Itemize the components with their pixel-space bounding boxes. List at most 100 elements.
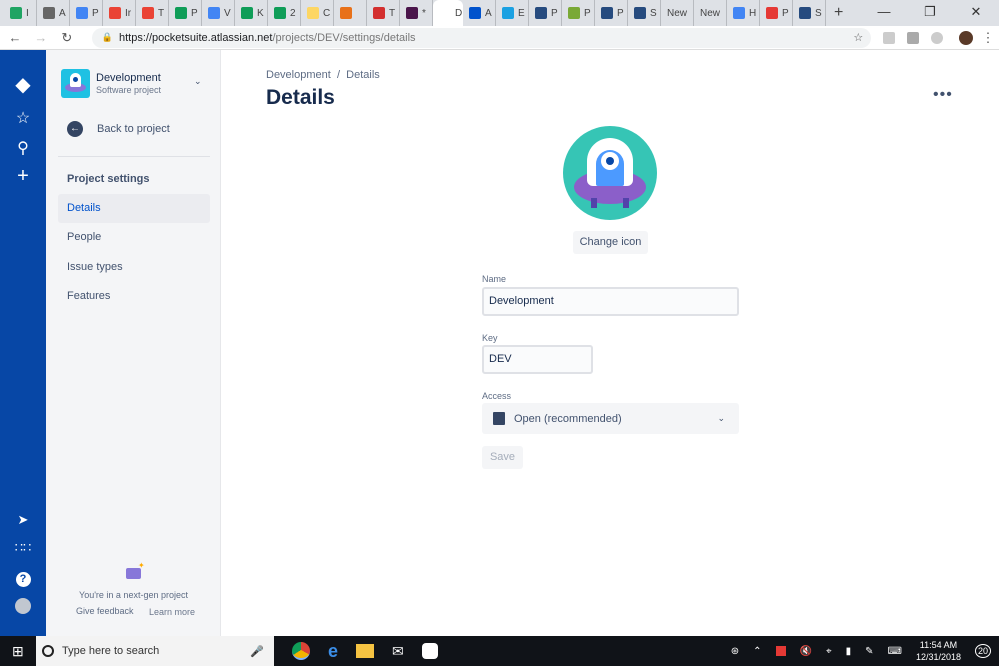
pen-icon[interactable]: ✎ — [865, 646, 873, 657]
menu-icon[interactable]: ⋮ — [977, 30, 999, 46]
browser-tab[interactable]: D✕ — [433, 0, 463, 26]
extension-icon[interactable] — [907, 31, 920, 44]
browser-tab[interactable]: P — [169, 0, 202, 26]
reload-icon[interactable]: ↻ — [56, 30, 78, 46]
browser-tab[interactable]: P — [760, 0, 793, 26]
browser-tab[interactable]: 2 — [268, 0, 301, 26]
keyboard-icon[interactable]: ⌨ — [888, 646, 902, 657]
url-path: /projects/DEV/settings/details — [272, 31, 416, 44]
breadcrumb-page[interactable]: Details — [346, 69, 380, 81]
browser-tab[interactable]: A — [463, 0, 496, 26]
edge-taskbar-icon[interactable]: e — [328, 641, 338, 662]
browser-tab[interactable]: T — [367, 0, 400, 26]
star-icon[interactable]: ☆ — [0, 108, 46, 128]
key-label: Key — [482, 333, 498, 343]
tab-label: D — [455, 7, 463, 19]
battery-icon[interactable]: ▮ — [846, 646, 852, 657]
browser-tab[interactable]: P — [529, 0, 562, 26]
clock[interactable]: 11:54 AM 12/31/2018 — [916, 639, 961, 663]
jira-logo-icon[interactable]: ◆ — [0, 72, 46, 97]
access-select[interactable]: Open (recommended) ⌄ — [482, 403, 739, 434]
tab-favicon-icon — [175, 7, 187, 19]
mail-icon[interactable]: ✉ — [392, 643, 404, 660]
name-input[interactable]: Development — [482, 287, 739, 316]
browser-tab[interactable]: S — [628, 0, 661, 26]
browser-tab[interactable]: A — [37, 0, 70, 26]
tab-favicon-icon — [76, 7, 88, 19]
browser-tab[interactable]: New — [661, 0, 694, 26]
browser-tab[interactable] — [334, 0, 367, 26]
profile-avatar[interactable] — [959, 30, 974, 45]
browser-tab[interactable]: C — [301, 0, 334, 26]
restore-button[interactable]: ❐ — [907, 0, 953, 24]
browser-tab[interactable]: P — [70, 0, 103, 26]
search-icon[interactable]: ⚲ — [0, 138, 46, 158]
more-actions-icon[interactable]: ••• — [933, 86, 953, 104]
close-window-button[interactable]: ✕ — [953, 0, 999, 24]
bookmark-star-icon[interactable]: ☆ — [853, 31, 863, 44]
breadcrumb-project[interactable]: Development — [266, 69, 331, 81]
new-tab-button[interactable]: + — [834, 4, 843, 22]
rocket-icon[interactable]: ➤ — [0, 512, 46, 528]
browser-tab[interactable]: T — [136, 0, 169, 26]
help-icon[interactable]: ? — [0, 569, 46, 587]
extension-icon[interactable] — [883, 31, 896, 44]
tab-favicon-icon — [733, 7, 745, 19]
minimize-button[interactable]: — — [861, 0, 907, 24]
app-switcher-icon[interactable]: ∷∷ — [0, 540, 46, 556]
sidebar-item-features[interactable]: Features — [58, 282, 210, 311]
browser-tab[interactable]: * — [400, 0, 433, 26]
back-icon[interactable]: ← — [4, 30, 26, 45]
browser-tab[interactable]: P — [595, 0, 628, 26]
browser-tab[interactable]: H — [727, 0, 760, 26]
tab-label: V — [224, 7, 231, 19]
tab-label: C — [323, 7, 331, 19]
tab-favicon-icon — [535, 7, 547, 19]
give-feedback-link[interactable]: Give feedback — [76, 606, 134, 616]
save-button[interactable]: Save — [482, 446, 523, 469]
browser-tab[interactable]: V — [202, 0, 235, 26]
clock-time: 11:54 AM — [919, 640, 958, 650]
browser-tab[interactable]: P — [562, 0, 595, 26]
lock-icon: 🔒 — [101, 32, 113, 42]
extension-icon[interactable] — [931, 31, 944, 44]
sidebar-item-issue-types[interactable]: Issue types — [58, 253, 210, 282]
url-input[interactable]: 🔒 https://pocketsuite.atlassian.net/proj… — [91, 27, 872, 48]
tab-favicon-icon — [142, 7, 154, 19]
microphone-icon[interactable]: 🎤 — [250, 645, 264, 658]
taskbar-search[interactable]: Type here to search 🎤 — [36, 636, 274, 666]
main-content: Development / Details Details ••• Change… — [222, 50, 999, 636]
volume-muted-icon[interactable]: 🔇 — [800, 646, 812, 657]
window-controls: — ❐ ✕ — [861, 0, 999, 24]
browser-tab[interactable]: S — [793, 0, 826, 26]
forward-icon[interactable]: → — [30, 30, 52, 45]
browser-tab[interactable]: K — [235, 0, 268, 26]
windows-start-icon[interactable]: ⊞ — [12, 643, 24, 660]
people-icon[interactable]: ⊛ — [731, 646, 739, 657]
key-input[interactable]: DEV — [482, 345, 593, 374]
user-avatar-icon[interactable] — [0, 598, 46, 619]
change-icon-button[interactable]: Change icon — [573, 231, 648, 254]
browser-tab[interactable]: I — [4, 0, 37, 26]
learn-more-link[interactable]: Learn more — [149, 607, 195, 617]
chrome-taskbar-icon[interactable] — [292, 642, 310, 660]
app-tray-icon[interactable] — [775, 646, 786, 656]
browser-tab[interactable]: Ir — [103, 0, 136, 26]
tab-label: New — [700, 7, 721, 19]
create-icon[interactable]: + — [0, 165, 46, 188]
browser-tab[interactable]: E — [496, 0, 529, 26]
tab-label: K — [257, 7, 264, 19]
tab-label: E — [518, 7, 525, 19]
back-to-project-link[interactable]: ← Back to project — [67, 121, 170, 137]
file-explorer-icon[interactable] — [356, 644, 375, 658]
slack-icon[interactable] — [421, 643, 438, 659]
sidebar-item-details[interactable]: Details — [58, 194, 210, 223]
sidebar-item-people[interactable]: People — [58, 223, 210, 252]
browser-tab[interactable]: New — [694, 0, 727, 26]
show-hidden-icon[interactable]: ⌃ — [753, 646, 761, 657]
notification-center-icon[interactable]: 20 — [974, 644, 991, 658]
chevron-down-icon[interactable]: ⌄ — [194, 76, 202, 87]
cortana-icon — [42, 645, 54, 657]
tab-strip: IAPIrTPVK2CT*D✕AEPPPSNewNewHPS+ — [0, 0, 999, 26]
wifi-icon[interactable]: ⌖ — [826, 646, 832, 657]
